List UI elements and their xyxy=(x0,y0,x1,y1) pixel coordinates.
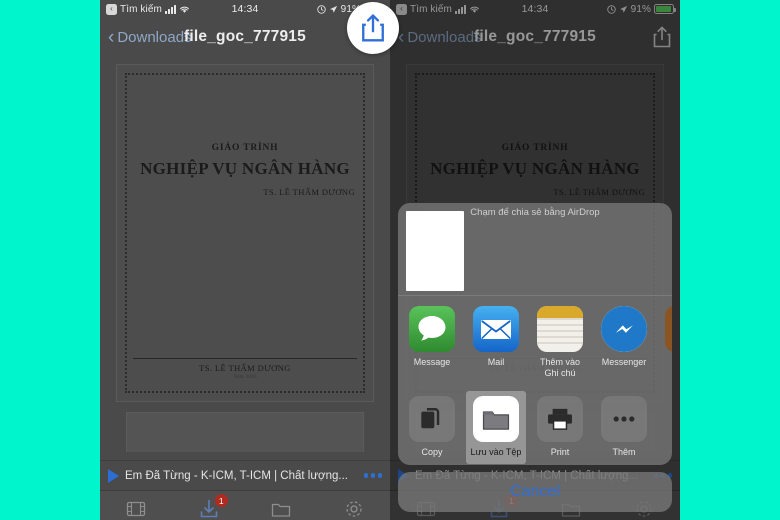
document-scroll-area[interactable]: GIÁO TRÌNH NGHIỆP VỤ NGÂN HÀNG TS. LÊ TH… xyxy=(100,56,390,460)
back-button[interactable]: ‹ Downloads xyxy=(398,28,482,47)
battery-icon xyxy=(654,4,676,14)
share-button-spotlight[interactable] xyxy=(347,2,399,54)
status-bar: ‹ Tìm kiếm 14:34 91% xyxy=(100,0,390,18)
action-more-label: Thêm xyxy=(612,447,636,457)
music-mini-player[interactable]: Em Đã Từng - K-ICM, T-ICM | Chất lượng..… xyxy=(100,460,390,490)
cancel-button-label: Cancel xyxy=(510,483,560,500)
document-title: NGHIỆP VỤ NGÂN HÀNG xyxy=(140,159,350,178)
alarm-icon xyxy=(316,4,326,14)
document-next-page xyxy=(126,412,364,452)
share-apps-row: Message Mail Thêm vào Ghi chú Messenger xyxy=(398,295,672,387)
location-arrow-icon xyxy=(619,5,627,13)
notes-app-icon xyxy=(537,306,583,353)
share-app-mail[interactable]: Mail xyxy=(470,306,522,368)
phone-screen-left: ‹ Tìm kiếm 14:34 91% ‹ Downloads file_go… xyxy=(100,0,390,520)
gear-icon xyxy=(343,498,365,520)
share-icon xyxy=(653,26,671,48)
film-icon xyxy=(125,498,147,520)
status-bar: ‹ Tìm kiếm 14:34 91% xyxy=(390,0,680,18)
document-rule xyxy=(133,358,357,359)
document-kicker: GIÁO TRÌNH xyxy=(501,143,569,153)
share-app-messenger-label: Messenger xyxy=(601,357,647,368)
tab-files[interactable]: Files xyxy=(245,498,318,520)
partial-app-icon xyxy=(665,306,672,353)
play-icon[interactable] xyxy=(108,468,119,483)
action-copy[interactable]: Copy xyxy=(406,396,458,457)
tab-downloads[interactable]: 1 Downloads xyxy=(173,494,246,520)
share-sheet-main-card: Chạm để chia sẻ bằng AirDrop Message Mai… xyxy=(398,203,672,465)
document-kicker: GIÁO TRÌNH xyxy=(211,143,279,153)
share-icon xyxy=(362,14,384,42)
folder-icon xyxy=(473,396,519,442)
cancel-button[interactable]: Cancel xyxy=(398,472,672,512)
screenshot-stage: ‹ Tìm kiếm 14:34 91% ‹ Downloads file_go… xyxy=(0,0,780,520)
document-footer-sub: Năm 2006 xyxy=(233,374,257,380)
tab-bar: Browser 1 Downloads xyxy=(100,490,390,520)
chevron-left-icon: ‹ xyxy=(108,26,115,48)
airdrop-section: Chạm để chia sẻ bằng AirDrop xyxy=(398,203,672,295)
action-print[interactable]: Print xyxy=(534,396,586,457)
back-button[interactable]: ‹ Downloads xyxy=(108,28,192,47)
phone-screen-right: ‹ Tìm kiếm 14:34 91% ‹ Downloads file_go… xyxy=(390,0,680,520)
action-save-to-files-label: Lưu vào Tệp xyxy=(470,447,522,457)
share-app-message-label: Message xyxy=(413,357,451,368)
action-print-label: Print xyxy=(550,447,570,457)
share-app-mail-label: Mail xyxy=(487,357,505,368)
download-icon: 1 xyxy=(198,494,228,520)
action-save-to-files[interactable]: Lưu vào Tệp xyxy=(466,391,526,464)
downloads-badge: 1 xyxy=(214,494,228,507)
share-sheet: Chạm để chia sẻ bằng AirDrop Message Mai… xyxy=(398,203,672,512)
mail-app-icon xyxy=(473,306,519,353)
document-page: GIÁO TRÌNH NGHIỆP VỤ NGÂN HÀNG TS. LÊ TH… xyxy=(116,64,374,402)
back-button-label: Downloads xyxy=(117,28,192,46)
document-author: TS. LÊ THẨM DƯƠNG xyxy=(553,187,645,197)
share-button[interactable] xyxy=(652,25,672,49)
document-author: TS. LÊ THẨM DƯƠNG xyxy=(263,187,355,197)
tab-browser[interactable]: Browser xyxy=(100,498,173,520)
document-title: NGHIỆP VỤ NGÂN HÀNG xyxy=(430,159,640,178)
chevron-left-icon: ‹ xyxy=(398,26,405,48)
navigation-bar: ‹ Downloads file_goc_777915 xyxy=(390,18,680,56)
tab-settings[interactable]: Settings xyxy=(318,498,391,520)
folder-icon xyxy=(270,498,292,520)
more-dots-icon[interactable] xyxy=(363,473,382,478)
more-dots-icon xyxy=(601,396,647,442)
messages-app-icon xyxy=(409,306,455,353)
copy-icon xyxy=(409,396,455,442)
share-app-partial[interactable] xyxy=(662,306,672,357)
document-footer: TS. LÊ THẨM DƯƠNG xyxy=(199,363,291,373)
back-button-label: Downloads xyxy=(407,28,482,46)
share-app-notes-label: Thêm vào Ghi chú xyxy=(539,357,581,379)
share-app-notes[interactable]: Thêm vào Ghi chú xyxy=(534,306,586,379)
printer-icon xyxy=(537,396,583,442)
status-bar-right: 91% xyxy=(606,3,676,15)
share-actions-row: Copy Lưu vào Tệp Print Thêm xyxy=(398,387,672,465)
share-app-messenger[interactable]: Messenger xyxy=(598,306,650,368)
battery-percent-label: 91% xyxy=(630,3,651,15)
action-copy-label: Copy xyxy=(421,447,443,457)
document-thumbnail xyxy=(406,211,464,292)
alarm-icon xyxy=(606,4,616,14)
music-track-title: Em Đã Từng - K-ICM, T-ICM | Chất lượng..… xyxy=(125,469,348,482)
share-app-message[interactable]: Message xyxy=(406,306,458,368)
messenger-app-icon xyxy=(601,306,647,353)
action-more[interactable]: Thêm xyxy=(598,396,650,457)
document-content: GIÁO TRÌNH NGHIỆP VỤ NGÂN HÀNG TS. LÊ TH… xyxy=(127,75,363,391)
location-arrow-icon xyxy=(329,5,337,13)
document-decorative-frame: GIÁO TRÌNH NGHIỆP VỤ NGÂN HÀNG TS. LÊ TH… xyxy=(125,73,365,393)
